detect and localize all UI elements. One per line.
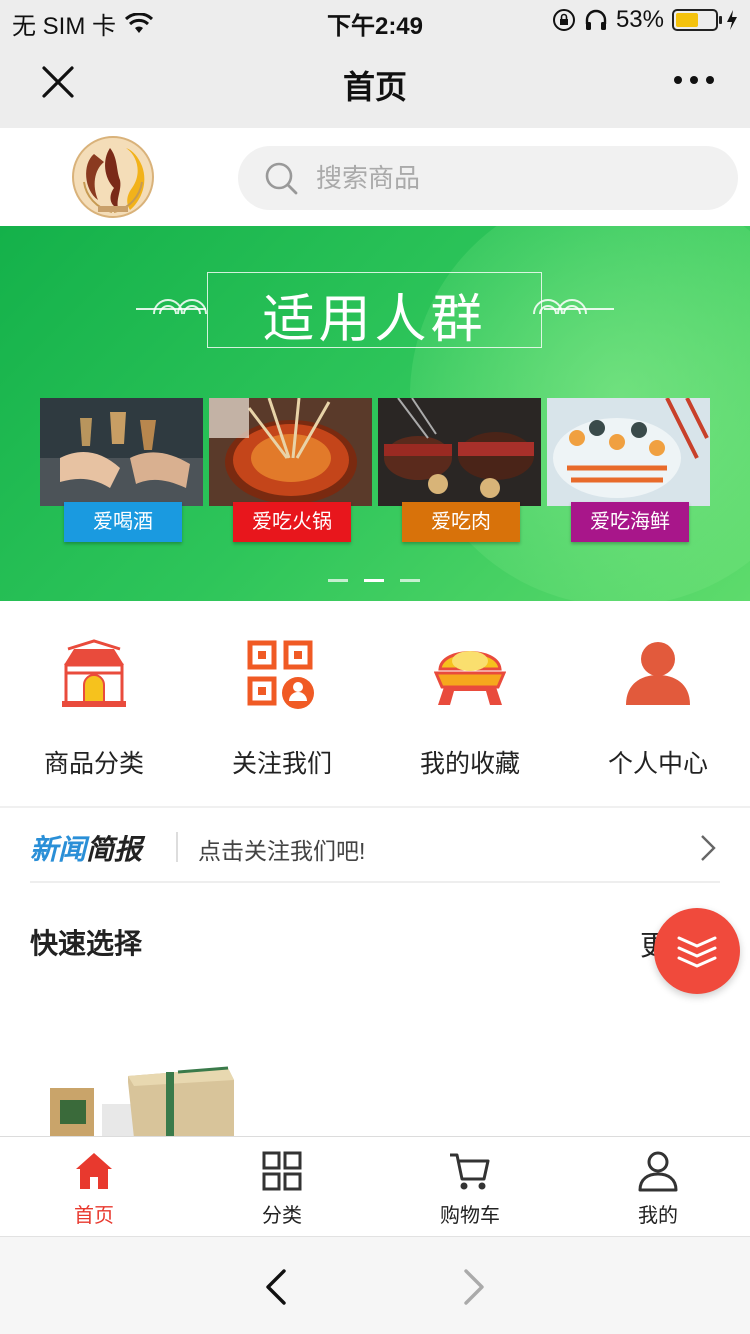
cloud-pattern-left <box>153 299 207 315</box>
tab-category[interactable]: 分类 <box>188 1149 376 1228</box>
quicknav-label: 商品分类 <box>43 750 144 778</box>
tab-home[interactable]: 首页 <box>0 1149 188 1228</box>
category-tag: 爱吃海鲜 <box>571 502 689 542</box>
seafood-photo <box>547 398 710 506</box>
steak-photo <box>378 398 541 506</box>
gold-ingot-icon <box>433 651 507 705</box>
tab-cart[interactable]: 购物车 <box>376 1149 564 1228</box>
tab-profile[interactable]: 我的 <box>564 1149 750 1228</box>
back-arrow-icon[interactable] <box>262 1267 288 1307</box>
status-bar: 无 SIM 卡 下午2:49 53% <box>0 0 750 40</box>
banner-title: 适用人群 <box>262 291 487 349</box>
quicknav-item-favorites[interactable]: 我的收藏 <box>376 631 564 780</box>
floating-menu-button[interactable] <box>654 908 740 994</box>
news-divider <box>176 832 178 862</box>
brand-logo[interactable] <box>68 134 158 220</box>
category-card-hotpot[interactable]: 爱吃火锅 <box>209 398 372 544</box>
header <box>0 128 750 226</box>
pagination-dot[interactable] <box>328 579 348 582</box>
quicknav-label: 个人中心 <box>607 750 708 778</box>
forward-arrow-icon[interactable] <box>462 1267 488 1307</box>
banner-pagination[interactable] <box>328 579 420 582</box>
search-icon <box>265 162 298 195</box>
person-icon <box>626 642 690 705</box>
category-card-seafood[interactable]: 爱吃海鲜 <box>547 398 710 544</box>
chevron-right-icon[interactable] <box>700 834 716 862</box>
category-tag: 爱吃肉 <box>402 502 520 542</box>
section-title: 快速选择 <box>30 928 143 959</box>
banner-title-frame: 适用人群 <box>207 272 542 349</box>
search-bar[interactable] <box>238 146 738 210</box>
battery-icon <box>672 9 722 31</box>
search-input[interactable] <box>316 146 696 210</box>
layers-chevron-icon <box>677 936 717 968</box>
battery-percent: 53% <box>615 6 664 33</box>
tab-label: 我的 <box>638 1205 678 1227</box>
news-text: 点击关注我们吧! <box>198 838 366 864</box>
charging-icon <box>727 10 737 30</box>
user-icon <box>638 1151 678 1192</box>
headphones-icon <box>585 9 607 30</box>
qrcode-icon <box>247 640 314 709</box>
quick-nav: 商品分类 关注我们 我的收藏 个人中心 <box>0 601 750 805</box>
quicknav-item-follow[interactable]: 关注我们 <box>188 631 376 780</box>
category-card-meat[interactable]: 爱吃肉 <box>378 398 541 544</box>
tab-label: 分类 <box>262 1205 302 1227</box>
pagination-dot-active[interactable] <box>364 579 384 582</box>
quicknav-label: 我的收藏 <box>419 750 520 778</box>
tab-label: 首页 <box>74 1205 114 1227</box>
tab-label: 购物车 <box>440 1205 500 1227</box>
quicknav-label: 关注我们 <box>231 750 332 778</box>
grid-icon <box>262 1151 302 1191</box>
product-image[interactable] <box>48 1060 248 1138</box>
home-icon <box>76 1153 112 1189</box>
category-card-drinking[interactable]: 爱喝酒 <box>40 398 203 544</box>
more-icon[interactable] <box>674 76 714 84</box>
bottom-tab-bar: 首页 分类 购物车 我的 <box>0 1136 750 1236</box>
quicknav-item-profile[interactable]: 个人中心 <box>564 631 750 780</box>
store-icon <box>62 639 126 707</box>
rotation-lock-icon <box>552 9 575 31</box>
navigation-bar: 首页 <box>0 40 750 128</box>
hotpot-photo <box>209 398 372 506</box>
status-right: 53% <box>552 6 738 34</box>
page-title: 首页 <box>342 69 407 105</box>
news-bulletin[interactable]: 新闻简报 点击关注我们吧! <box>0 806 750 884</box>
cart-icon <box>450 1153 490 1190</box>
promo-banner[interactable]: 适用人群 爱喝酒 爱吃火锅 爱吃肉 爱吃海鲜 <box>0 226 750 601</box>
quicknav-item-category[interactable]: 商品分类 <box>0 631 188 780</box>
news-brand: 新闻简报 <box>30 834 143 865</box>
divider <box>30 881 720 883</box>
category-tag: 爱吃火锅 <box>233 502 351 542</box>
drinking-photo <box>40 398 203 506</box>
pagination-dot[interactable] <box>400 579 420 582</box>
category-tag: 爱喝酒 <box>64 502 182 542</box>
browser-toolbar <box>0 1236 750 1334</box>
